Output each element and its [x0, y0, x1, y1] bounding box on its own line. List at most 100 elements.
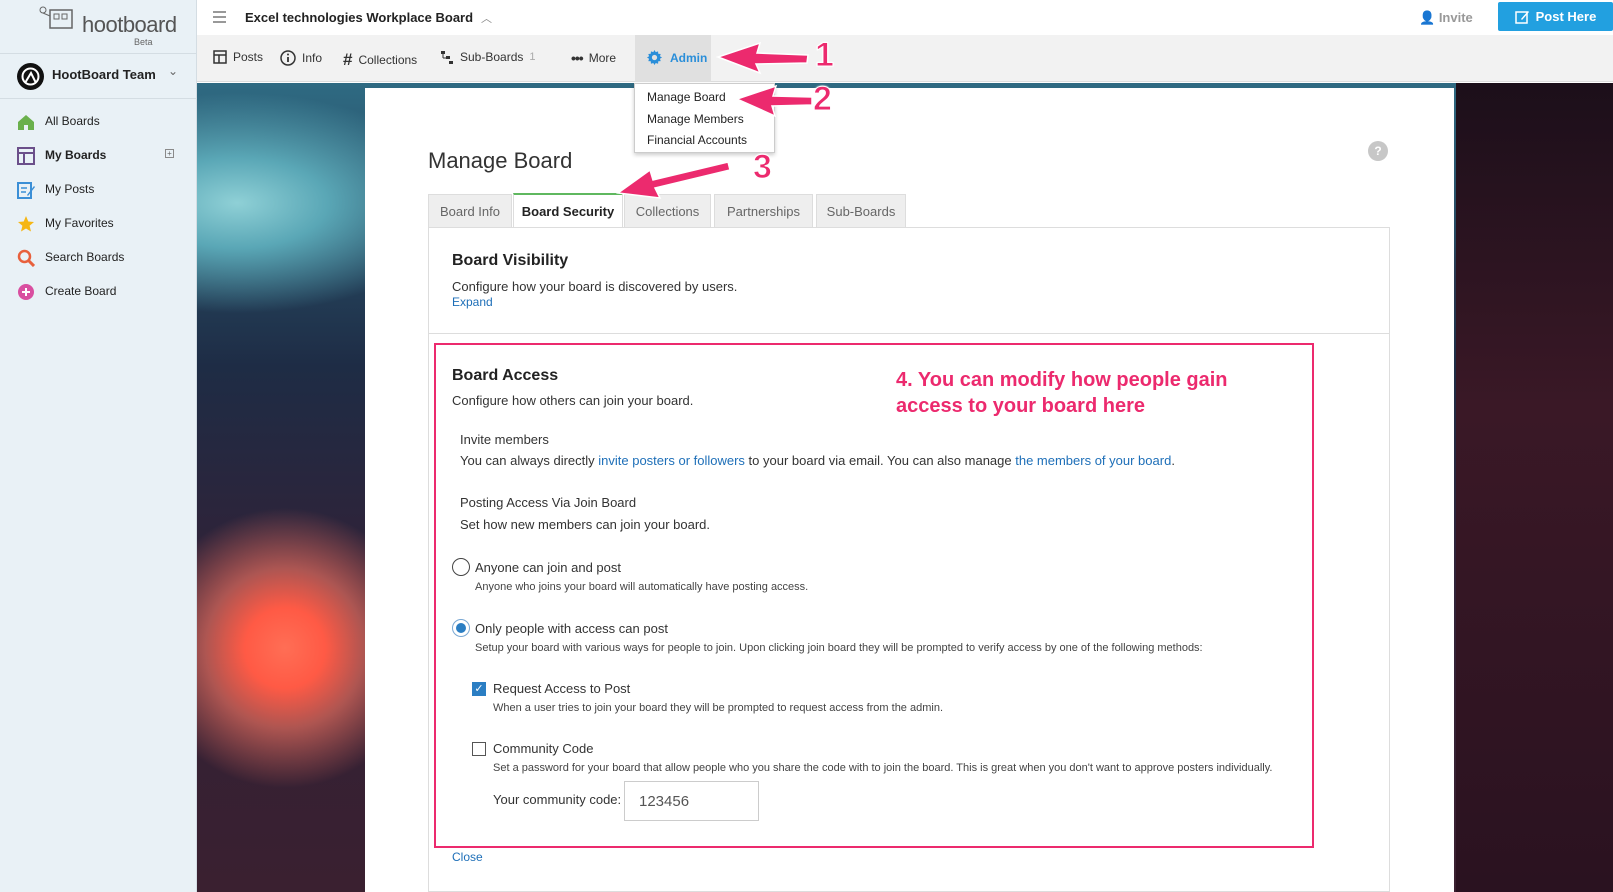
- tab-sub-boards[interactable]: Sub-Boards 1: [440, 50, 536, 64]
- option-anyone-label[interactable]: Anyone can join and post: [475, 560, 621, 575]
- gear-icon: [647, 50, 662, 65]
- option-only-access-desc: Setup your board with various ways for p…: [475, 642, 1203, 654]
- sidebar-item-label: All Boards: [45, 114, 100, 128]
- board-access-desc: Configure how others can join your board…: [452, 393, 694, 408]
- sidebar-item-all-boards[interactable]: All Boards: [0, 104, 197, 138]
- sidebar-item-search-boards[interactable]: Search Boards: [0, 240, 197, 274]
- board-members-link[interactable]: the members of your board: [1015, 453, 1171, 468]
- tab-board-info[interactable]: Board Info: [428, 194, 512, 227]
- sidebar-item-my-posts[interactable]: My Posts: [0, 172, 197, 206]
- post-here-button[interactable]: Post Here: [1498, 2, 1613, 31]
- sidebar-item-label: My Boards: [45, 148, 107, 162]
- board-access-section: Board Access Configure how others can jo…: [434, 343, 1314, 848]
- invite-posters-link[interactable]: invite posters or followers: [598, 453, 745, 468]
- post-here-label: Post Here: [1535, 9, 1597, 24]
- tab-label: Posts: [233, 50, 264, 64]
- boards-icon: [16, 146, 36, 166]
- annotation-number-2: 2: [813, 80, 833, 119]
- search-icon: [16, 248, 36, 268]
- add-user-icon: 👤: [1419, 10, 1436, 25]
- team-switcher[interactable]: HootBoard Team ⌄: [0, 53, 197, 99]
- add-board-icon[interactable]: +: [165, 149, 174, 158]
- edit-icon: [16, 180, 36, 200]
- tab-partnerships[interactable]: Partnerships: [714, 194, 813, 227]
- checkbox-request-access[interactable]: ✓: [472, 682, 486, 696]
- posting-access-desc: Set how new members can join your board.: [460, 517, 711, 532]
- sidebar-item-create-board[interactable]: Create Board: [0, 274, 197, 308]
- sidebar-nav: All Boards My Boards + My Posts My Favor…: [0, 104, 197, 308]
- tab-collections[interactable]: # Collections: [343, 50, 417, 70]
- tab-posts[interactable]: Posts: [213, 50, 263, 64]
- edit-icon: [1514, 10, 1529, 24]
- tab-label: Info: [302, 51, 323, 65]
- board-visibility-section: Board Visibility Configure how your boar…: [429, 228, 1389, 334]
- menu-item-manage-members[interactable]: Manage Members: [647, 112, 744, 126]
- security-content: Board Visibility Configure how your boar…: [428, 227, 1390, 892]
- plus-circle-icon: [16, 282, 36, 302]
- hashtag-icon: #: [343, 50, 353, 69]
- option-anyone-desc: Anyone who joins your board will automat…: [475, 581, 809, 593]
- posting-access-title: Posting Access Via Join Board: [460, 495, 637, 510]
- home-icon: [16, 112, 36, 132]
- help-icon[interactable]: ?: [1368, 141, 1388, 161]
- close-link[interactable]: Close: [452, 850, 483, 864]
- invite-members-desc: You can always directly invite posters o…: [460, 453, 1175, 468]
- sidebar-item-label: My Posts: [45, 182, 95, 196]
- option-only-access-label[interactable]: Only people with access can post: [475, 621, 668, 636]
- sidebar-item-label: Search Boards: [45, 250, 125, 264]
- logo-text: hootboard: [82, 12, 177, 37]
- team-avatar: [17, 63, 44, 90]
- invite-members-title: Invite members: [460, 432, 549, 447]
- radio-anyone-can-post[interactable]: [452, 558, 470, 576]
- tab-label: Admin: [670, 50, 708, 65]
- radio-only-access-can-post[interactable]: [452, 619, 470, 637]
- board-visibility-title: Board Visibility: [452, 252, 569, 269]
- sub-boards-count: 1: [529, 51, 536, 63]
- board-access-title: Board Access: [452, 367, 559, 384]
- invite-label: Invite: [1438, 10, 1473, 25]
- menu-item-manage-board[interactable]: Manage Board: [647, 90, 726, 104]
- tab-admin[interactable]: Admin: [635, 35, 711, 82]
- community-code-field-label: Your community code:: [493, 792, 622, 807]
- request-access-label[interactable]: Request Access to Post: [493, 681, 630, 696]
- beta-badge: Beta: [134, 37, 153, 47]
- sidebar-item-label: Create Board: [45, 284, 117, 298]
- community-code-desc: Set a password for your board that allow…: [493, 762, 1273, 774]
- posts-icon: [213, 50, 227, 64]
- chevron-down-icon[interactable]: ⌄: [168, 64, 178, 78]
- checkbox-community-code[interactable]: [472, 742, 486, 756]
- annotation-number-1: 1: [815, 36, 835, 75]
- expand-link[interactable]: Expand: [452, 295, 493, 309]
- admin-menu: Manage Board Manage Members Financial Ac…: [634, 83, 775, 153]
- hootboard-logo[interactable]: hootboard Beta: [38, 2, 177, 50]
- tab-info[interactable]: Info: [280, 50, 322, 66]
- request-access-desc: When a user tries to join your board the…: [493, 702, 943, 714]
- tab-sub-boards[interactable]: Sub-Boards: [816, 194, 906, 227]
- tab-more[interactable]: ••• More: [571, 50, 616, 66]
- more-icon: •••: [571, 50, 584, 66]
- invite-button[interactable]: 👤 Invite: [1419, 10, 1473, 26]
- tab-collections[interactable]: Collections: [624, 194, 711, 227]
- menu-item-financial-accounts[interactable]: Financial Accounts: [647, 133, 747, 147]
- info-icon: [280, 50, 296, 66]
- page-title: Manage Board: [428, 148, 573, 173]
- tab-board-security[interactable]: Board Security: [513, 193, 623, 227]
- community-code-input[interactable]: [624, 781, 759, 821]
- sidebar-item-my-favorites[interactable]: My Favorites: [0, 206, 197, 240]
- tab-label: Sub-Boards: [460, 50, 524, 64]
- tab-label: Collections: [358, 53, 418, 67]
- sidebar: hootboard Beta HootBoard Team ⌄ All Boar…: [0, 0, 197, 892]
- team-name: HootBoard Team: [52, 67, 156, 82]
- community-code-label[interactable]: Community Code: [493, 741, 593, 756]
- owl-logo-icon: [39, 6, 73, 29]
- sidebar-item-label: My Favorites: [45, 216, 114, 230]
- tab-label: More: [588, 51, 617, 65]
- sidebar-item-my-boards[interactable]: My Boards +: [0, 138, 197, 172]
- annotation-note: 4. You can modify how people gain access…: [896, 369, 1228, 417]
- board-nav: Posts Info # Collections Sub-Boards 1 ••…: [197, 35, 1613, 82]
- board-title[interactable]: Excel technologies Workplace Board: [245, 10, 473, 25]
- hierarchy-icon: [441, 51, 453, 64]
- menu-icon[interactable]: [213, 11, 226, 26]
- annotation-number-3: 3: [753, 148, 773, 187]
- chevron-up-icon[interactable]: ︿: [481, 10, 492, 26]
